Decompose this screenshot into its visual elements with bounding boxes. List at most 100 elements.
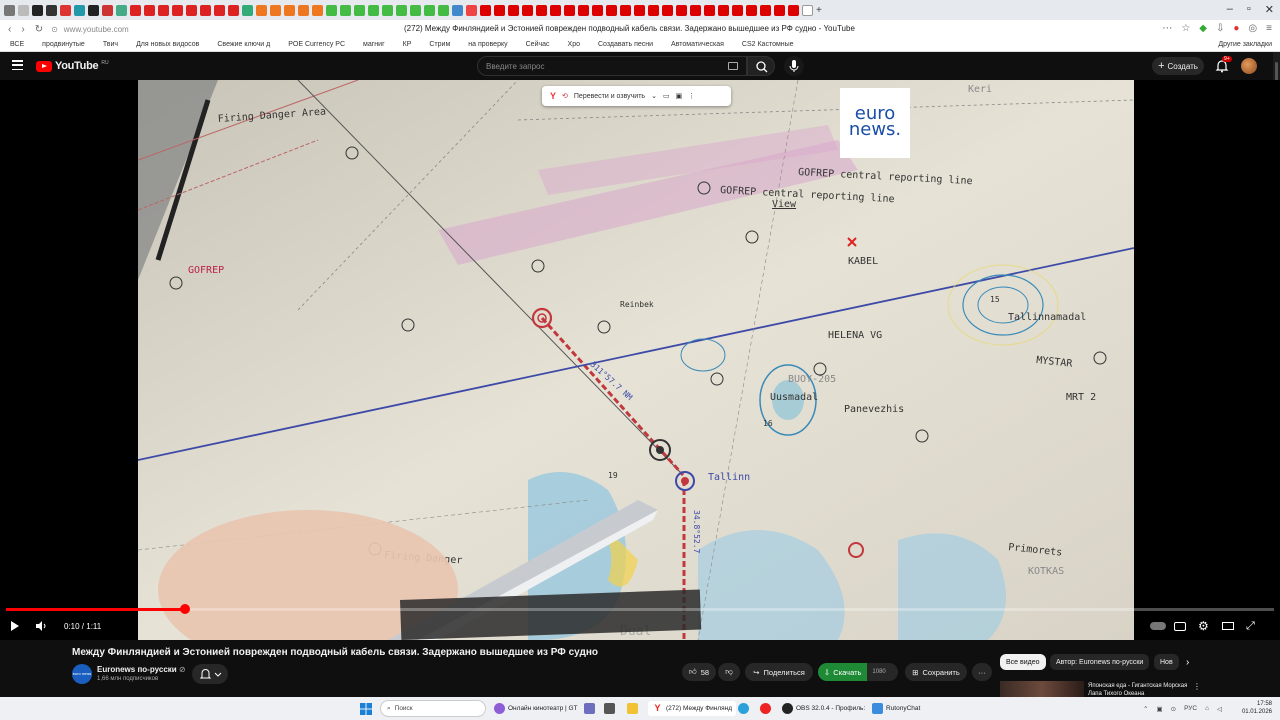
translate-label[interactable]: Перевести и озвучить — [574, 93, 645, 100]
tab-favicon[interactable] — [172, 4, 183, 16]
youtube-logo[interactable]: YouTube RU — [36, 60, 109, 72]
reload-icon[interactable]: ↻ — [35, 24, 43, 35]
tab-favicon[interactable] — [690, 4, 701, 16]
video-frame[interactable]: Firing Danger Area GOFREP central report… — [138, 80, 1134, 640]
tab-favicon[interactable] — [242, 4, 253, 16]
hamburger-menu-icon[interactable] — [12, 60, 23, 70]
language-indicator[interactable]: РУС — [1184, 705, 1197, 712]
account-avatar[interactable] — [1241, 58, 1257, 74]
progress-scrubber[interactable] — [179, 604, 190, 614]
tab-favicon[interactable] — [466, 4, 477, 16]
tab-favicon[interactable] — [46, 4, 57, 16]
download-quality[interactable]: 1080 — [867, 669, 890, 675]
autoplay-toggle[interactable] — [1150, 618, 1166, 634]
url-field[interactable]: www.youtube.com — [64, 25, 129, 34]
bookmark-item[interactable]: Создавать песни — [598, 41, 653, 48]
browser-menu-icon[interactable] — [4, 4, 15, 16]
tab-favicon[interactable] — [228, 4, 239, 16]
start-button[interactable] — [360, 701, 372, 716]
bookmark-item[interactable]: Для новых видосов — [136, 41, 199, 48]
taskbar-app[interactable]: RutonyChat — [872, 701, 920, 716]
fullscreen-button[interactable]: ⤢ — [1246, 618, 1255, 634]
minimize-icon[interactable]: – — [1227, 3, 1233, 16]
volume-button[interactable] — [34, 618, 48, 634]
download-left[interactable]: ⇩ Скачать — [818, 663, 868, 681]
extension-icon[interactable]: ◆ — [1199, 23, 1207, 34]
tab-favicon[interactable] — [256, 4, 267, 16]
subtitles-icon[interactable]: ▭ — [663, 92, 670, 100]
subscription-bell-button[interactable] — [192, 664, 228, 684]
bookmark-item[interactable]: Хро — [568, 41, 580, 48]
yandex-icon[interactable]: Y — [550, 91, 556, 101]
keyboard-icon[interactable] — [728, 62, 738, 70]
chip-author[interactable]: Автор: Euronews по-русски — [1050, 654, 1150, 670]
tab-favicon[interactable] — [116, 4, 127, 16]
other-bookmarks[interactable]: Другие закладки — [1218, 41, 1272, 48]
chevron-down-icon[interactable]: ⌄ — [651, 92, 657, 100]
tab-favicon[interactable] — [704, 4, 715, 16]
tab-favicon[interactable] — [788, 4, 799, 16]
bookmark-item[interactable]: Сейчас — [526, 41, 550, 48]
tab-favicon[interactable] — [270, 4, 281, 16]
chip-all-videos[interactable]: Все видео — [1000, 654, 1046, 670]
notifications-button[interactable]: 9+ — [1214, 56, 1232, 74]
bookmark-item[interactable]: Твич — [103, 41, 118, 48]
tab-favicon[interactable] — [550, 4, 561, 16]
create-button[interactable]: + Создать — [1152, 57, 1204, 75]
tab-favicon[interactable] — [284, 4, 295, 16]
taskbar-app[interactable] — [584, 701, 595, 716]
bookmark-item[interactable]: продвинутые — [42, 41, 85, 48]
tab-favicon[interactable] — [634, 4, 645, 16]
tab-favicon[interactable] — [410, 4, 421, 16]
channel-avatar[interactable]: euro news — [72, 664, 92, 684]
tab-favicon[interactable] — [368, 4, 379, 16]
tab-favicon[interactable] — [606, 4, 617, 16]
tab-favicon[interactable] — [774, 4, 785, 16]
tab-favicon[interactable] — [424, 4, 435, 16]
tab-favicon[interactable] — [592, 4, 603, 16]
forward-arrow-icon[interactable]: › — [21, 24, 24, 35]
network-icon[interactable]: ⌂ — [1205, 705, 1209, 712]
tab-favicon[interactable] — [60, 4, 71, 16]
maximize-icon[interactable]: ▫ — [1247, 3, 1251, 16]
tab-favicon[interactable] — [536, 4, 547, 16]
bookmark-item[interactable]: на проверку — [468, 41, 507, 48]
tab-favicon[interactable] — [144, 4, 155, 16]
chip-next-arrow-icon[interactable]: › — [1180, 654, 1195, 670]
clock[interactable]: 17:58 01.01.2026 — [1242, 700, 1272, 716]
tab-favicon[interactable] — [620, 4, 631, 16]
taskbar-search[interactable]: ⌕ Поиск — [380, 700, 486, 717]
voice-search-button[interactable] — [784, 56, 804, 76]
download-icon[interactable]: ⇩ — [1216, 23, 1224, 34]
tab-favicon[interactable] — [452, 4, 463, 16]
search-button[interactable] — [747, 56, 775, 76]
theater-mode-button[interactable] — [1222, 618, 1234, 634]
more-actions-button[interactable]: ··· — [972, 663, 992, 681]
channel-name-text[interactable]: Euronews по-русски — [97, 665, 177, 674]
bookmark-star-icon[interactable]: ☆ — [1181, 23, 1190, 34]
translate-icon[interactable]: ◎ — [1248, 23, 1257, 34]
tab-favicon[interactable] — [564, 4, 575, 16]
settings-button[interactable]: ⚙ — [1198, 618, 1209, 634]
bookmark-item[interactable]: ВСЕ — [10, 41, 24, 48]
like-button[interactable]: 👍︎ 58 — [682, 663, 716, 681]
tab-favicon[interactable] — [648, 4, 659, 16]
active-tab-favicon[interactable] — [802, 4, 813, 16]
bookmark-item[interactable]: магниг — [363, 41, 385, 48]
bookmark-item[interactable]: Свежие ключи д — [217, 41, 270, 48]
tab-favicon[interactable] — [354, 4, 365, 16]
tab-favicon[interactable] — [130, 4, 141, 16]
recommendation-thumbnail[interactable] — [1000, 681, 1084, 697]
subtitles-button[interactable] — [1174, 618, 1186, 634]
bookmark-item[interactable]: Стрим — [429, 41, 450, 48]
progress-bar[interactable] — [6, 604, 1274, 614]
channel-name[interactable]: Euronews по-русски ⊘ — [97, 665, 186, 674]
tab-favicon[interactable] — [746, 4, 757, 16]
tab-favicon[interactable] — [508, 4, 519, 16]
chip-new[interactable]: Нов — [1154, 654, 1179, 670]
tab-favicon[interactable] — [158, 4, 169, 16]
taskbar-app[interactable]: OBS 32.0.4 - Профиль: — [782, 701, 865, 716]
recommendation-title[interactable]: Японская еда - Гигантская Морская Лапа Т… — [1088, 682, 1198, 698]
taskbar-app-active[interactable]: Y (272) Между Финлянд — [648, 701, 737, 716]
tab-favicon[interactable] — [32, 4, 43, 16]
